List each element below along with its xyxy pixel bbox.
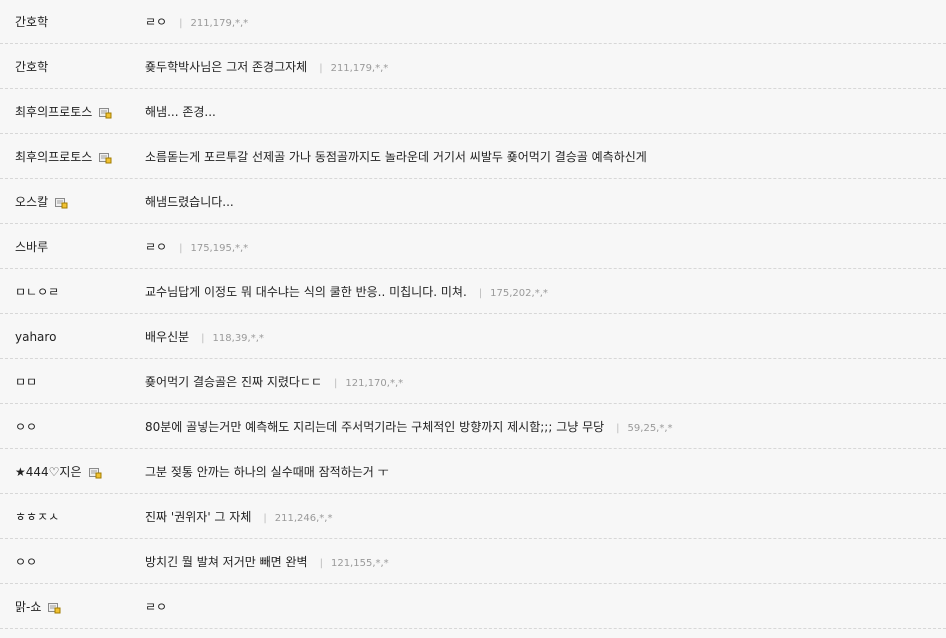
ip-separator: | [201,333,205,344]
comment-text: 소름돋는게 포르투갈 선제골 가나 동점골까지도 놀라운데 거기서 씨발두 죶어… [145,150,647,164]
comment-author[interactable]: ㅇㅇ [15,553,37,571]
comment-row: 간호학 ㄹㅇ | 211,179,*,* [0,0,946,44]
member-badge-icon [55,197,68,209]
comment-row: ㅁㄴㅇㄹ 교수님답게 이정도 뭐 대수냐는 식의 쿨한 반응.. 미칩니다. 미… [0,270,946,314]
comment-body: 진짜 '권위자' 그 자체 | 211,246,*,* [145,508,936,526]
comment-author[interactable]: yaharo [15,328,56,346]
comment-body: 교수님답게 이정도 뭐 대수냐는 식의 쿨한 반응.. 미칩니다. 미쳐. | 17… [145,283,936,301]
ip-address: 211,179,*,* [190,18,249,29]
author-name[interactable]: 간호학 [15,60,48,74]
comment-text: 배우신분 [145,330,190,344]
comment-body: 해냄드렸습니다... [145,193,936,211]
ip-address: 121,170,*,* [345,378,404,389]
comment-author[interactable]: ㅎㅎㅈㅅ [15,508,59,526]
comment-text: ㄹㅇ [145,15,168,29]
comment-row: ㅇㅇ 80분에 골넣는거만 예측해도 지리는데 주서먹기라는 구체적인 방향까지… [0,405,946,449]
comment-author[interactable]: 최후의프로토스 [15,148,112,166]
ip-address: 121,155,*,* [330,558,389,569]
comment-text: 교수님답게 이정도 뭐 대수냐는 식의 쿨한 반응.. 미칩니다. 미쳐. [145,285,467,299]
comment-body: ㄹㅇ [145,598,936,616]
comment-text: 그분 젖통 안까는 하나의 실수때매 잠적하는거 ㅜ [145,465,389,479]
comment-text: 해냄드렸습니다... [145,195,234,209]
comment-author[interactable]: 스바루 [15,238,48,256]
ip-separator: | [616,423,620,434]
comment-text: 죶두학박사님은 그저 존경그자체 [145,60,308,74]
ip-address: 211,179,*,* [330,63,389,74]
comment-body: 그분 젖통 안까는 하나의 실수때매 잠적하는거 ㅜ [145,463,936,481]
author-name[interactable]: ㅎㅎㅈㅅ [15,510,59,524]
comment-author[interactable]: ★444♡지은 [15,463,102,481]
comment-body: ㄹㅇ | 211,179,*,* [145,13,936,31]
ip-address: 59,25,*,* [627,423,673,434]
ip-separator: | [263,513,267,524]
ip-address: 175,195,*,* [190,243,249,254]
comment-row: 맑-쇼 ㄹㅇ [0,585,946,629]
comment-body: 배우신분 | 118,39,*,* [145,328,936,346]
comment-body: ㄹㅇ | 175,195,*,* [145,238,936,256]
member-badge-icon [88,467,102,479]
comment-author[interactable]: 맑-쇼 [15,598,61,616]
comment-author[interactable]: 최후의프로토스 [15,103,112,121]
comment-body: 죶어먹기 결승골은 진짜 지렸다ㄷㄷ | 121,170,*,* [145,373,936,391]
comment-row: 오스칼 해냄드렸습니다... [0,180,946,224]
ip-address: 175,202,*,* [490,288,548,299]
ip-separator: | [179,243,183,254]
comment-row: ★444♡지은 그분 젖통 안까는 하나의 실수때매 잠적하는거 ㅜ [0,450,946,494]
author-name[interactable]: 최후의프로토스 [15,150,92,164]
author-name[interactable]: ㅁㄴㅇㄹ [15,285,59,299]
comment-text: 진짜 '권위자' 그 자체 [145,510,252,524]
comment-author[interactable]: 간호학 [15,13,48,31]
comment-text: 방치긴 뭘 발쳐 저거만 빼면 완벽 [145,555,308,569]
author-name[interactable]: ㅇㅇ [15,555,37,569]
author-name[interactable]: ★444♡지은 [15,465,82,479]
author-name[interactable]: ㅇㅇ [15,420,37,434]
comment-text: ㄹㅇ [145,600,168,614]
comment-row: 최후의프로토스 소름돋는게 포르투갈 선제골 가나 동점골까지도 놀라운데 거기… [0,135,946,179]
ip-separator: | [334,378,338,389]
comment-row: 스바루 ㄹㅇ | 175,195,*,* [0,225,946,269]
ip-separator: | [319,63,323,74]
author-name[interactable]: yaharo [15,330,56,344]
ip-separator: | [179,18,183,29]
member-badge-icon [99,152,112,164]
ip-separator: | [319,558,323,569]
author-name[interactable]: ㅁㅁ [15,375,37,389]
author-name[interactable]: 오스칼 [15,195,48,209]
member-badge-icon [48,602,61,614]
comment-body: 소름돋는게 포르투갈 선제골 가나 동점골까지도 놀라운데 거기서 씨발두 죶어… [145,148,936,166]
ip-address: 211,246,*,* [274,513,333,524]
comment-body: 80분에 골넣는거만 예측해도 지리는데 주서먹기라는 구체적인 방향까지 제시… [145,418,936,436]
comment-body: 죶두학박사님은 그저 존경그자체 | 211,179,*,* [145,58,936,76]
comment-author[interactable]: 간호학 [15,58,48,76]
author-name[interactable]: 스바루 [15,240,48,254]
comment-row: 간호학 죶두학박사님은 그저 존경그자체 | 211,179,*,* [0,45,946,89]
author-name[interactable]: 간호학 [15,15,48,29]
comment-row: ㅁㅁ 죶어먹기 결승골은 진짜 지렸다ㄷㄷ | 121,170,*,* [0,360,946,404]
comment-text: 80분에 골넣는거만 예측해도 지리는데 주서먹기라는 구체적인 방향까지 제시… [145,420,605,434]
comment-row: ㅎㅎㅈㅅ 진짜 '권위자' 그 자체 | 211,246,*,* [0,495,946,539]
ip-separator: | [478,288,483,299]
comment-body: 방치긴 뭘 발쳐 저거만 빼면 완벽 | 121,155,*,* [145,553,936,571]
comment-row: ㅇㅇ 방치긴 뭘 발쳐 저거만 빼면 완벽 | 121,155,*,* [0,540,946,584]
comment-author[interactable]: 오스칼 [15,193,68,211]
comment-text: 죶어먹기 결승골은 진짜 지렸다ㄷㄷ [145,375,323,389]
comment-row: 최후의프로토스 해냄... 존경... [0,90,946,134]
comment-text: 해냄... 존경... [145,105,216,119]
author-name[interactable]: 최후의프로토스 [15,105,92,119]
comment-author[interactable]: ㅇㅇ [15,418,37,436]
author-name[interactable]: 맑-쇼 [15,600,41,614]
comment-text: ㄹㅇ [145,240,168,254]
comment-row: yaharo 배우신분 | 118,39,*,* [0,315,946,359]
comment-author[interactable]: ㅁㅁ [15,373,37,391]
comment-body: 해냄... 존경... [145,103,936,121]
member-badge-icon [99,107,112,119]
comment-author[interactable]: ㅁㄴㅇㄹ [15,283,59,301]
comment-list: 간호학 ㄹㅇ | 211,179,*,* 간호학 죶두학박사님은 그저 존경그자체 |… [0,0,946,638]
ip-address: 118,39,*,* [212,333,264,344]
